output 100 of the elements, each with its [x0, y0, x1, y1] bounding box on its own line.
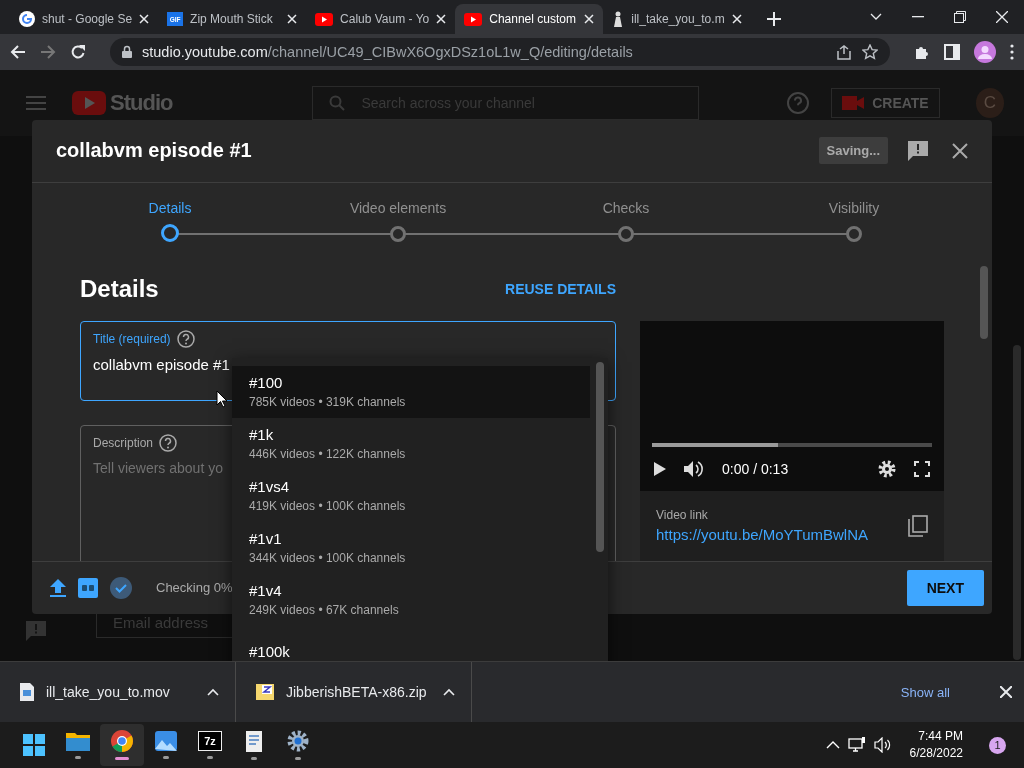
step-indicator[interactable] — [161, 223, 179, 242]
step-indicator[interactable] — [390, 225, 406, 242]
caret-icon[interactable] — [207, 688, 219, 696]
address-bar[interactable]: studio.youtube.com/channel/UC49_CIBwX6OgxDSz1oL1w_Q/editing/details — [110, 37, 890, 66]
search-icon — [329, 94, 346, 111]
suggestion-item[interactable]: #1v1 344K videos • 100K channels — [232, 521, 590, 574]
upload-icon[interactable] — [50, 578, 66, 597]
notepad-icon — [244, 730, 264, 752]
section-title: Details — [80, 274, 159, 303]
dialog-title: collabvm episode #1 — [56, 139, 253, 163]
reload-icon[interactable] — [70, 43, 86, 60]
play-icon[interactable] — [654, 461, 666, 476]
hashtag-text: #1v4 — [249, 582, 283, 600]
browser-tab[interactable]: ill_take_you_to.m — [603, 4, 752, 34]
stats-text: 344K videos • 100K channels — [249, 551, 407, 566]
settings-icon[interactable] — [878, 459, 896, 478]
reuse-details-button[interactable]: REUSE DETAILS — [505, 280, 616, 297]
star-icon[interactable] — [862, 43, 878, 60]
folder-icon — [66, 731, 90, 751]
hashtag-text: #1vs4 — [249, 478, 291, 496]
volume-icon[interactable] — [684, 460, 704, 477]
hashtag-text: #100k — [249, 643, 291, 661]
video-link[interactable]: https://youtu.be/MoYTumBwlNA — [656, 526, 908, 544]
scrollbar-thumb[interactable] — [596, 361, 604, 552]
url-text: studio.youtube.com/channel/UC49_CIBwX6OgxDSz1oL1w_Q/editing/details — [142, 43, 634, 60]
field-value: collabvm episode #1 — [93, 355, 231, 373]
suggestion-item[interactable]: #1vs4 419K videos • 100K channels — [232, 469, 590, 522]
suggestion-item[interactable]: #1k 446K videos • 122K channels — [232, 417, 590, 470]
chevron-icon[interactable] — [870, 13, 882, 21]
windows-icon — [23, 734, 45, 756]
scrollbar-thumb[interactable] — [980, 265, 988, 339]
hd-icon[interactable] — [78, 577, 98, 598]
copy-icon[interactable] — [908, 514, 928, 537]
next-button[interactable]: NEXT — [906, 569, 984, 606]
scrollbar-thumb[interactable] — [1013, 344, 1021, 660]
time-text: 0:00 / 0:13 — [722, 460, 790, 477]
chrome-icon — [111, 730, 133, 752]
hashtag-text: #100 — [249, 374, 284, 392]
notification-badge[interactable]: 1 — [989, 736, 1006, 754]
hashtag-text: #1v1 — [249, 530, 283, 548]
step-label[interactable]: Checks — [602, 199, 650, 216]
new-tab-icon[interactable] — [767, 12, 782, 26]
fullscreen-icon[interactable] — [914, 460, 930, 477]
restore-icon[interactable] — [954, 11, 966, 23]
forward-icon[interactable] — [40, 43, 56, 60]
cursor-icon — [216, 389, 228, 408]
youtube-logo-icon — [72, 90, 106, 115]
step-label[interactable]: Video elements — [349, 199, 447, 216]
taskbar-app[interactable]: 7z — [188, 724, 232, 766]
volume-icon[interactable] — [873, 737, 892, 753]
taskbar-app[interactable] — [100, 724, 144, 766]
caret-icon[interactable] — [443, 688, 455, 696]
feedback-icon[interactable] — [908, 140, 928, 161]
network-icon[interactable] — [847, 737, 866, 753]
profile-icon[interactable] — [974, 40, 996, 63]
video-camera-icon — [842, 95, 865, 110]
help-icon[interactable] — [176, 329, 195, 348]
settings-icon — [287, 730, 309, 752]
back-icon[interactable] — [10, 43, 26, 60]
browser-tab[interactable]: Calub Vaum - Yo — [306, 4, 456, 34]
step-indicator[interactable] — [846, 225, 862, 242]
file-icon — [20, 683, 34, 701]
field-label: Title (required) — [93, 331, 171, 346]
browser-tab[interactable]: Channel custom — [455, 4, 604, 34]
suggestion-item[interactable]: #100 785K videos • 319K channels — [232, 365, 590, 418]
stats-text: 419K videos • 100K channels — [249, 499, 407, 514]
lock-icon — [122, 45, 132, 59]
placeholder-text: Tell viewers about yo — [93, 459, 224, 476]
step-label[interactable]: Visibility — [828, 199, 880, 216]
show-all-link[interactable]: Show all — [894, 683, 956, 701]
help-icon[interactable] — [159, 433, 178, 452]
hashtag-text: #1k — [249, 426, 275, 444]
stats-text: 785K videos • 319K channels — [249, 395, 407, 410]
progress-track[interactable] — [652, 442, 932, 447]
clock-date[interactable]: 6/28/2022 — [909, 745, 963, 762]
stats-text: 446K videos • 122K channels — [249, 447, 407, 462]
chevron-up-icon[interactable] — [825, 741, 840, 749]
clock-time[interactable]: 7:44 PM — [909, 728, 963, 745]
photos-icon — [155, 731, 177, 751]
figure-icon — [612, 11, 625, 27]
step-label[interactable]: Details — [148, 199, 192, 216]
status-text: Checking 0% — [156, 580, 233, 596]
field-label: Description — [93, 435, 154, 450]
video-link-label: Video link — [656, 508, 709, 523]
saving-button[interactable]: Saving... — [818, 137, 888, 165]
youtube-icon — [315, 12, 334, 26]
close-icon[interactable] — [952, 142, 968, 159]
share-icon[interactable] — [836, 43, 852, 60]
minimize-icon[interactable] — [912, 16, 924, 18]
browser-tab[interactable]: shut - Google Se — [10, 4, 159, 34]
youtube-icon — [464, 12, 483, 26]
archive-app-icon: 7z — [198, 731, 222, 751]
video-player[interactable]: 0:00 / 0:13 — [640, 320, 944, 491]
google-icon — [19, 11, 35, 27]
check-icon[interactable] — [110, 576, 132, 599]
step-indicator[interactable] — [618, 225, 634, 242]
archive-icon — [256, 684, 274, 700]
side-panel-icon[interactable] — [944, 43, 960, 60]
logo-text: Studio — [110, 89, 173, 116]
more-icon[interactable] — [1010, 43, 1014, 60]
